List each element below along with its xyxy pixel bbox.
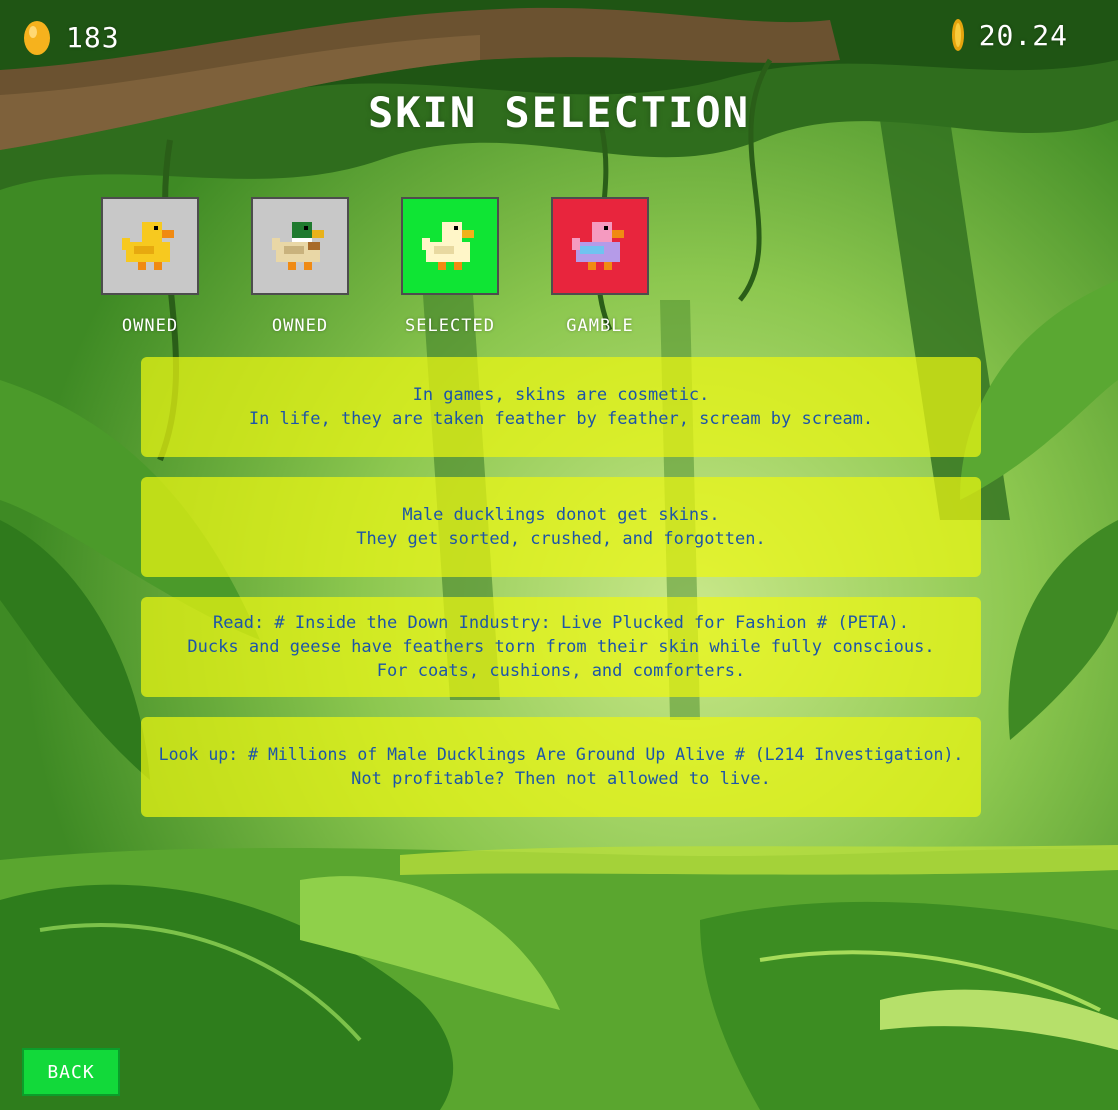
- yellow-duck-icon: [122, 222, 174, 270]
- egg-icon: [24, 21, 50, 55]
- skin-yellow-duck[interactable]: [101, 197, 199, 295]
- message-line: Look up: # Millions of Male Ducklings Ar…: [158, 745, 964, 764]
- message-panel: Read: # Inside the Down Industry: Live P…: [141, 597, 981, 697]
- skin-pink-duck[interactable]: [551, 197, 649, 295]
- message-line: In games, skins are cosmetic.: [412, 385, 710, 405]
- message-line: Not profitable? Then not allowed to live…: [351, 769, 771, 789]
- mallard-duck-icon: [272, 222, 324, 270]
- page-title: SKIN SELECTION: [367, 88, 750, 137]
- coin-icon: [951, 19, 964, 51]
- message-panel: In games, skins are cosmetic. In life, t…: [141, 357, 981, 457]
- skin-status-label: GAMBLE: [566, 316, 634, 336]
- egg-count: 183: [66, 20, 120, 54]
- skin-white-duck[interactable]: [401, 197, 499, 295]
- message-line: In life, they are taken feather by feath…: [248, 409, 874, 429]
- pink-duck-icon: [572, 222, 624, 270]
- skin-mallard-duck[interactable]: [251, 197, 349, 295]
- message-line: For coats, cushions, and comforters.: [376, 661, 746, 681]
- egg-counter: 183: [22, 18, 120, 56]
- message-line: Read: # Inside the Down Industry: Live P…: [213, 613, 909, 633]
- message-panel: Look up: # Millions of Male Ducklings Ar…: [141, 717, 981, 817]
- back-button[interactable]: BACK: [22, 1048, 120, 1096]
- message-line: Ducks and geese have feathers torn from …: [187, 637, 935, 657]
- message-line: Male ducklings donot get skins.: [402, 505, 720, 525]
- white-duck-icon: [422, 222, 474, 270]
- coin-counter: 20.24: [951, 18, 1068, 52]
- message-line: They get sorted, crushed, and forgotten.: [356, 529, 766, 549]
- message-panel: Male ducklings donot get skins. They get…: [141, 477, 981, 577]
- coin-count: 20.24: [978, 18, 1068, 52]
